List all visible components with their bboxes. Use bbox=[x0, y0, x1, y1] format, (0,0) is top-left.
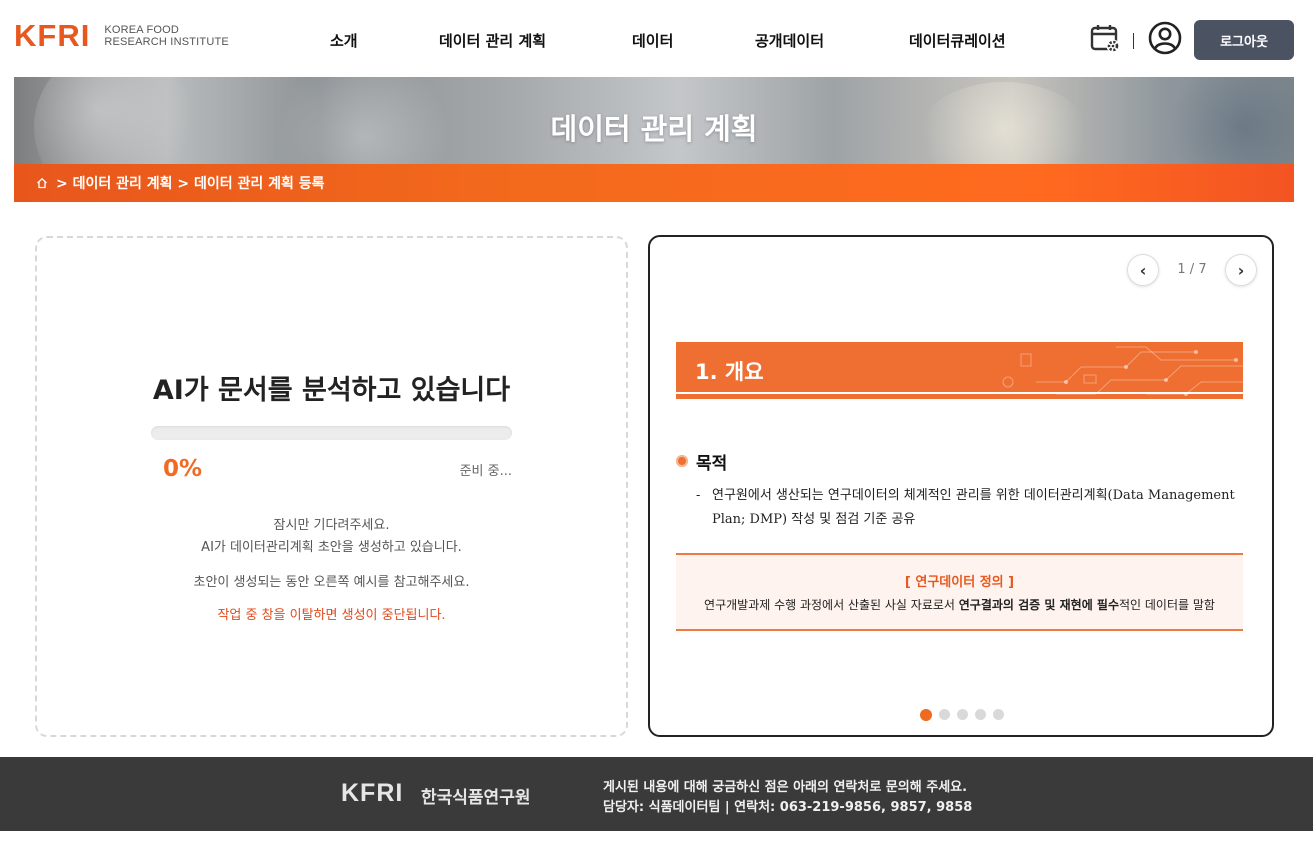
purpose-description: - 연구원에서 생산되는 연구데이터의 체계적인 관리를 위한 데이터관리계획(… bbox=[696, 484, 1246, 532]
next-slide-button[interactable]: › bbox=[1225, 254, 1257, 286]
calendar-settings-icon[interactable] bbox=[1090, 24, 1122, 54]
nav-item-data-curation[interactable]: 데이터큐레이션 bbox=[909, 30, 1006, 51]
footer-logo: KFRI bbox=[341, 779, 404, 807]
example-panel: ‹ 1 / 7 › 1. 개요 목적 - 연구원에서 생산되는 연구데이터의 체… bbox=[648, 235, 1274, 737]
nav-item-about[interactable]: 소개 bbox=[330, 30, 358, 51]
slide-dot[interactable] bbox=[975, 709, 986, 721]
nav-item-data-management-plan[interactable]: 데이터 관리 계획 bbox=[439, 30, 546, 51]
progress-title: AI가 문서를 분석하고 있습니다 bbox=[152, 375, 511, 406]
slide-dots bbox=[920, 708, 1004, 721]
dash-marker: - bbox=[696, 488, 701, 503]
slide-dot[interactable] bbox=[939, 709, 950, 721]
purpose-text: 연구원에서 생산되는 연구데이터의 체계적인 관리를 위한 데이터관리계획(Da… bbox=[712, 488, 1235, 527]
slide-dot[interactable] bbox=[993, 709, 1004, 721]
definition-title: [ 연구데이터 정의 ] bbox=[904, 575, 1015, 590]
progress-bar bbox=[151, 426, 512, 440]
site-header: KFRI KOREA FOOD RESEARCH INSTITUTE 소개 데이… bbox=[0, 0, 1313, 77]
prev-slide-button[interactable]: ‹ bbox=[1127, 254, 1159, 286]
generating-message: AI가 데이터관리계획 초안을 생성하고 있습니다. bbox=[201, 540, 462, 555]
slide-page-indicator: 1 / 7 bbox=[1177, 262, 1207, 277]
user-circle-icon[interactable] bbox=[1148, 21, 1182, 55]
progress-status: 준비 중... bbox=[459, 464, 512, 479]
slide-dot[interactable] bbox=[957, 709, 968, 721]
definition-box: [ 연구데이터 정의 ] 연구개발과제 수행 과정에서 산출된 사실 자료로서 … bbox=[676, 553, 1243, 631]
nav-item-open-data[interactable]: 공개데이터 bbox=[755, 30, 824, 51]
progress-percent: 0% bbox=[163, 456, 203, 482]
slide-dot[interactable] bbox=[920, 708, 932, 721]
reference-message: 초안이 생성되는 동안 오른쪽 예시를 참고해주세요. bbox=[193, 575, 470, 590]
footer-org-name: 한국식품연구원 bbox=[421, 788, 531, 808]
logout-button[interactable]: 로그아웃 bbox=[1194, 20, 1294, 60]
bullet-dot-icon bbox=[676, 455, 688, 467]
header-separator bbox=[1133, 33, 1134, 49]
breadcrumb-path[interactable]: > 데이터 관리 계획 > 데이터 관리 계획 등록 bbox=[56, 173, 325, 193]
footer-contact-text: 담당자: 식품데이터팀 | 연락처: 063-219-9856, 9857, 9… bbox=[603, 800, 973, 815]
wait-message: 잠시만 기다려주세요. bbox=[273, 518, 390, 533]
circuit-decoration-icon bbox=[1002, 346, 1243, 396]
footer-inquiry-text: 게시된 내용에 대해 궁금하신 점은 아래의 연락처로 문의해 주세요. bbox=[603, 780, 968, 795]
page-banner: 데이터 관리 계획 bbox=[14, 77, 1294, 164]
section-title: 1. 개요 bbox=[695, 360, 764, 384]
definition-emphasis: 연구결과의 검증 및 재현에 필수 bbox=[958, 598, 1119, 612]
purpose-title: 목적 bbox=[696, 454, 728, 474]
home-icon[interactable] bbox=[36, 177, 48, 189]
banner-title: 데이터 관리 계획 bbox=[550, 112, 758, 146]
warning-message: 작업 중 창을 이탈하면 생성이 중단됩니다. bbox=[217, 608, 446, 623]
section-underline bbox=[676, 396, 1243, 399]
section-header: 1. 개요 bbox=[676, 342, 1243, 398]
definition-text: 연구개발과제 수행 과정에서 산출된 사실 자료로서 연구결과의 검증 및 재현… bbox=[704, 598, 1215, 612]
breadcrumb: > 데이터 관리 계획 > 데이터 관리 계획 등록 bbox=[14, 164, 1294, 202]
ai-progress-panel: AI가 문서를 분석하고 있습니다 0% 준비 중... 잠시만 기다려주세요.… bbox=[35, 236, 628, 737]
nav-item-data[interactable]: 데이터 bbox=[632, 30, 673, 51]
site-footer: KFRI 한국식품연구원 게시된 내용에 대해 궁금하신 점은 아래의 연락처로… bbox=[0, 757, 1313, 831]
